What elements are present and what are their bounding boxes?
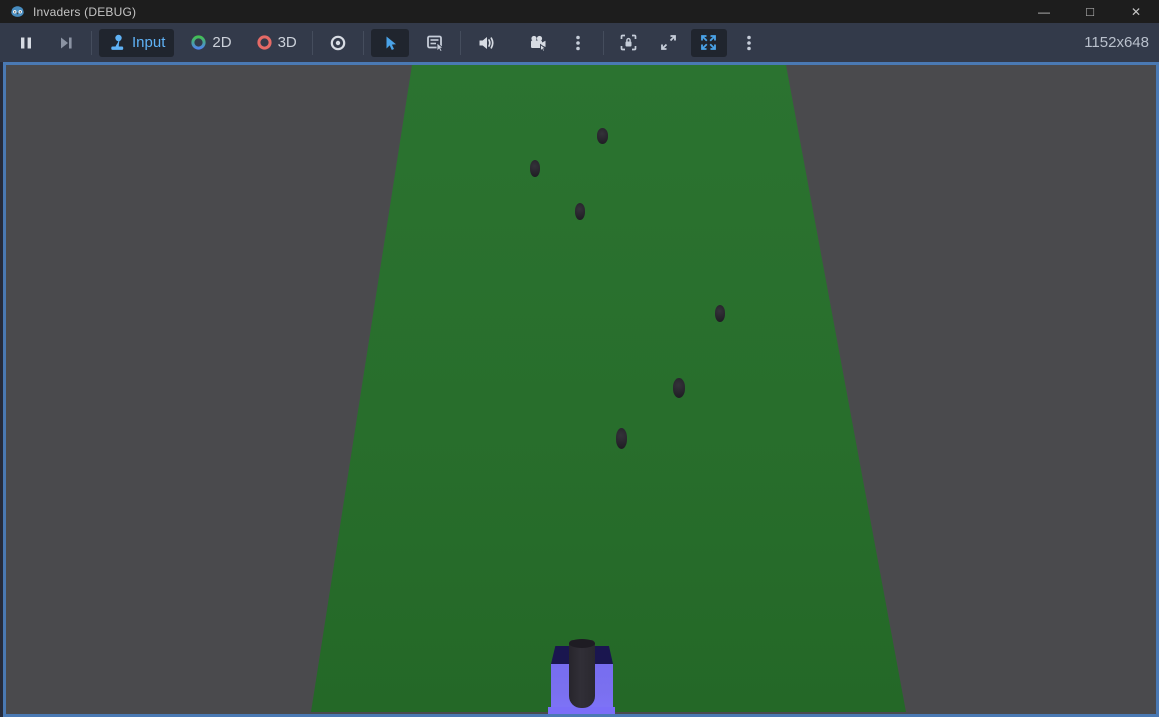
expand-corners-icon	[661, 35, 677, 50]
keep-aspect-lock-button[interactable]	[611, 29, 647, 57]
ring-3d-icon	[256, 35, 272, 50]
input-mode-label: Input	[132, 34, 166, 51]
enemy-capsule	[616, 428, 627, 449]
debug-options-menu-button[interactable]	[560, 29, 596, 57]
kebab-menu-icon	[575, 35, 580, 50]
minimize-button[interactable]: —	[1021, 0, 1067, 23]
movie-maker-button[interactable]	[520, 29, 556, 57]
embed-fullscreen-button[interactable]	[690, 28, 727, 57]
enemy-capsule	[597, 128, 608, 144]
player-barrel	[569, 639, 595, 708]
mode-3d-label: 3D	[277, 34, 297, 51]
editor-stage	[0, 62, 1159, 717]
enemy-capsule	[575, 203, 585, 220]
pause-icon	[21, 37, 31, 48]
game-viewport[interactable]	[3, 62, 1159, 717]
joystick-icon	[111, 34, 124, 50]
frame-lock-icon	[620, 34, 637, 51]
mode-2d-label: 2D	[212, 34, 232, 51]
close-button[interactable]: ✕	[1113, 0, 1159, 23]
maximize-button[interactable]: □	[1067, 0, 1113, 23]
game-toolbar: Input 2D 3D 1152x648	[0, 23, 1159, 62]
kebab-menu-icon	[746, 35, 751, 50]
next-frame-icon	[61, 37, 72, 48]
titlebar: Invaders (DEBUG) — □ ✕	[0, 0, 1159, 23]
speaker-icon	[479, 36, 494, 49]
camera-override-eye-icon	[330, 35, 346, 50]
audio-mute-button[interactable]	[468, 29, 504, 57]
embed-fullscreen-icon	[701, 35, 717, 50]
enemy-capsule	[530, 160, 540, 177]
expand-window-button[interactable]	[651, 29, 687, 57]
select-mode-button[interactable]	[370, 28, 409, 57]
pause-button[interactable]	[8, 29, 44, 57]
mode-3d-button[interactable]: 3D	[248, 29, 305, 57]
input-mode-button[interactable]: Input	[99, 28, 175, 57]
select-cursor-icon	[386, 36, 396, 50]
ring-2d-icon	[191, 35, 206, 50]
godot-game-window: Invaders (DEBUG) — □ ✕ Input 2D 3D 1152x…	[0, 0, 1159, 717]
enemies-layer	[6, 65, 1156, 714]
mode-2d-button[interactable]: 2D	[182, 29, 239, 57]
node-list-select-icon	[426, 35, 444, 52]
camera-override-button[interactable]	[320, 29, 356, 57]
embed-options-menu-button[interactable]	[731, 29, 767, 57]
godot-logo-icon	[10, 4, 25, 19]
movie-camera-icon	[530, 35, 547, 52]
enemy-capsule	[673, 378, 685, 398]
list-select-button[interactable]	[417, 29, 453, 57]
viewport-resolution-label: 1152x648	[1084, 34, 1149, 51]
enemy-capsule	[715, 305, 725, 322]
next-frame-button[interactable]	[48, 29, 84, 57]
player-base	[548, 707, 615, 714]
window-title: Invaders (DEBUG)	[33, 4, 137, 19]
